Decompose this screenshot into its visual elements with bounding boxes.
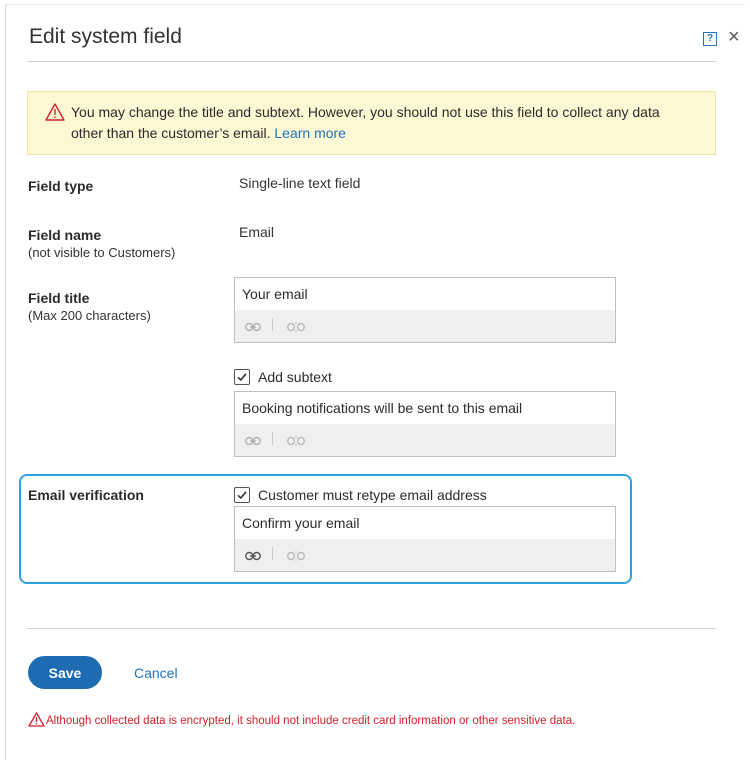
subtext-input[interactable] [235,392,615,424]
add-subtext-checkbox[interactable] [234,369,250,385]
field-title-editor [234,277,616,343]
link-icon[interactable] [245,548,261,566]
field-type-value: Single-line text field [239,175,361,191]
toolbar-separator [272,432,273,445]
field-title-toolbar [235,310,615,342]
close-icon[interactable]: × [728,27,740,47]
field-title-input[interactable] [235,278,615,310]
confirm-email-input[interactable] [235,507,615,539]
dialog-title: Edit system field [29,25,182,48]
warning-triangle-icon [45,103,65,126]
unlink-icon[interactable] [287,548,305,566]
field-title-label: Field title [28,290,90,306]
unlink-icon[interactable] [287,319,305,337]
retype-email-checkbox[interactable] [234,487,250,503]
sensitive-data-warning: Although collected data is encrypted, it… [46,715,576,727]
info-alert: You may change the title and subtext. Ho… [27,91,716,155]
confirm-email-toolbar [235,539,615,571]
retype-email-label: Customer must retype email address [258,487,487,503]
toolbar-separator [272,318,273,331]
title-divider [27,61,716,62]
footer-divider [27,628,716,629]
link-icon[interactable] [245,433,261,451]
subtext-toolbar [235,424,615,456]
add-subtext-label: Add subtext [258,369,332,385]
alert-text: You may change the title and subtext. Ho… [71,104,660,141]
email-verification-label: Email verification [28,487,144,503]
edit-system-field-dialog: Edit system field ? × You may change the… [5,4,745,760]
question-help-icon[interactable]: ? [703,32,717,46]
warning-triangle-icon [28,712,45,732]
confirm-email-editor [234,506,616,572]
link-icon[interactable] [245,319,261,337]
unlink-icon[interactable] [287,433,305,451]
field-type-label: Field type [28,178,94,194]
field-name-sublabel: (not visible to Customers) [28,245,176,260]
field-name-label: Field name [28,227,102,243]
alert-message: You may change the title and subtext. Ho… [71,102,691,144]
field-title-sublabel: (Max 200 characters) [28,308,151,323]
field-name-value: Email [239,224,275,240]
subtext-editor [234,391,616,457]
toolbar-separator [272,547,273,560]
cancel-link[interactable]: Cancel [134,665,178,681]
save-button[interactable]: Save [28,656,102,689]
learn-more-link[interactable]: Learn more [274,125,346,141]
